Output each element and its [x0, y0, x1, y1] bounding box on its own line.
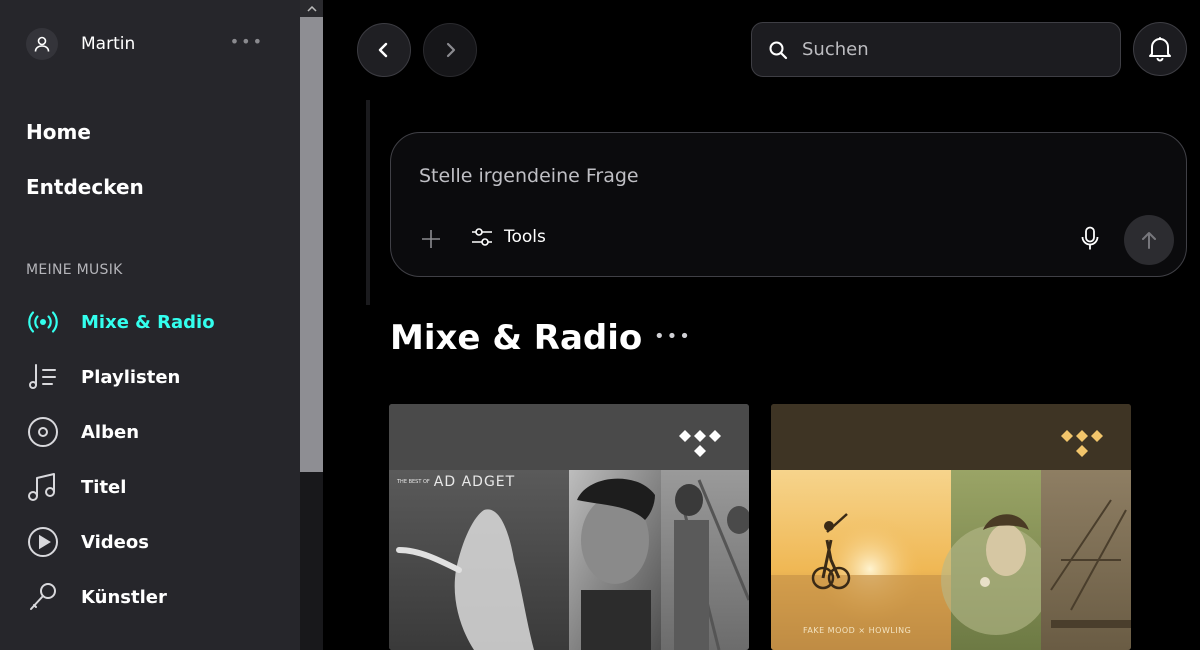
notifications-button[interactable]	[1133, 22, 1187, 76]
playlist-icon	[26, 360, 60, 394]
search-placeholder: Suchen	[802, 39, 869, 60]
sidebar-item-label: Mixe & Radio	[81, 311, 215, 333]
plus-icon[interactable]	[419, 227, 443, 251]
page-title: Mixe & Radio	[390, 318, 643, 358]
sidebar-item-titel[interactable]: Titel	[26, 470, 286, 504]
microphone-input-icon[interactable]	[1079, 225, 1101, 253]
sidebar-item-playlisten[interactable]: Playlisten	[26, 360, 286, 394]
mix-card-1[interactable]: THE BEST OF AD ADGET	[389, 404, 749, 650]
ask-prompt-box[interactable]: Stelle irgendeine Frage Tools	[390, 132, 1187, 277]
card-header	[771, 404, 1131, 470]
card-artwork: THE BEST OF AD ADGET	[389, 470, 749, 650]
arrow-up-icon	[1142, 232, 1156, 249]
card-header	[389, 404, 749, 470]
video-icon	[26, 525, 60, 559]
scroll-up-arrow-icon[interactable]	[300, 0, 323, 17]
tidal-logo-icon	[679, 430, 721, 457]
mix-card-2[interactable]: FAKE MOOD × HOWLING	[771, 404, 1131, 650]
card-artwork: FAKE MOOD × HOWLING	[771, 470, 1131, 650]
radio-icon	[26, 305, 60, 339]
search-input[interactable]: Suchen	[751, 22, 1121, 77]
prompt-placeholder: Stelle irgendeine Frage	[419, 165, 639, 187]
music-note-icon	[26, 470, 60, 504]
album-icon	[26, 415, 60, 449]
album-collage-image	[389, 470, 749, 650]
search-icon	[769, 41, 788, 59]
album-collage-image	[771, 470, 1131, 650]
sidebar-item-mixe-radio[interactable]: Mixe & Radio	[26, 305, 286, 339]
album-art-title: FAKE MOOD × HOWLING	[803, 626, 912, 635]
user-avatar-icon	[26, 28, 58, 60]
tidal-logo-icon	[1061, 430, 1103, 457]
section-more-icon[interactable]: •••	[654, 326, 692, 347]
sidebar-item-label: Künstler	[81, 586, 167, 608]
album-art-title: THE BEST OF AD ADGET	[397, 474, 516, 490]
nav-home[interactable]: Home	[26, 120, 91, 144]
chevron-right-icon	[446, 42, 456, 58]
sidebar-item-alben[interactable]: Alben	[26, 415, 286, 449]
sidebar: Martin ••• Home Entdecken MEINE MUSIK Mi…	[0, 0, 300, 650]
sidebar-item-label: Videos	[81, 531, 149, 553]
user-more-icon[interactable]: •••	[230, 32, 264, 51]
divider	[366, 100, 370, 305]
sliders-icon	[472, 228, 492, 246]
bell-icon	[1149, 37, 1171, 62]
forward-button[interactable]	[423, 23, 477, 77]
section-label-meine-musik: MEINE MUSIK	[26, 262, 123, 278]
user-profile[interactable]: Martin •••	[26, 28, 274, 60]
user-name: Martin	[81, 34, 136, 54]
nav-entdecken[interactable]: Entdecken	[26, 175, 144, 199]
sidebar-item-label: Titel	[81, 476, 127, 498]
tools-button[interactable]: Tools	[470, 226, 546, 248]
sidebar-item-label: Alben	[81, 421, 140, 443]
sidebar-item-kuenstler[interactable]: Künstler	[26, 580, 286, 614]
tools-label: Tools	[504, 227, 546, 247]
microphone-icon	[26, 580, 60, 614]
back-button[interactable]	[357, 23, 411, 77]
send-button[interactable]	[1124, 215, 1174, 265]
chevron-left-icon	[378, 42, 388, 58]
sidebar-scrollbar-thumb[interactable]	[300, 17, 323, 472]
sidebar-item-label: Playlisten	[81, 366, 181, 388]
sidebar-item-videos[interactable]: Videos	[26, 525, 286, 559]
